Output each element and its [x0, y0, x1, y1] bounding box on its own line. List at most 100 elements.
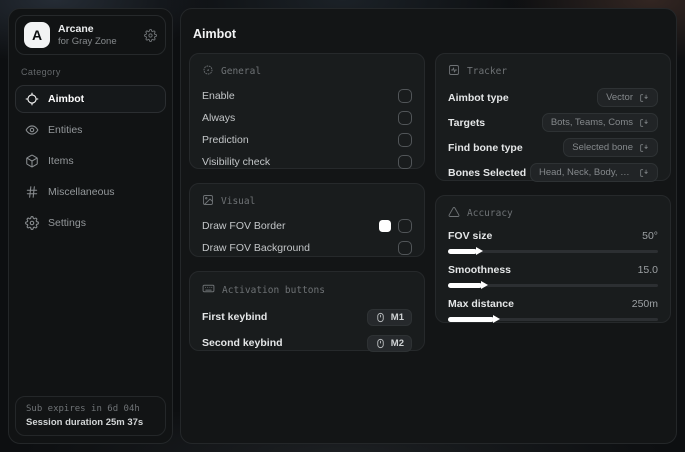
setting-row-bones-selected: Bones Selected Head, Neck, Body, Pe..	[448, 160, 658, 185]
aimbot-type-select[interactable]: Vector	[597, 88, 658, 107]
activation-card-header: Activation buttons	[202, 282, 412, 298]
app-logo: A	[24, 22, 50, 48]
setting-label: Enable	[202, 90, 235, 102]
main-panel: Aimbot General Enable Always Prediction …	[180, 8, 677, 444]
visual-card-header: Visual	[202, 194, 412, 209]
slider-smoothness: Smoothness 15.0	[448, 261, 658, 289]
tracker-card-header: Tracker	[448, 64, 658, 79]
setting-row-first-keybind: First keybind M1	[202, 304, 412, 330]
activation-card-title: Activation buttons	[222, 284, 325, 296]
sub-expires-text: Sub expires in 6d 04h	[26, 404, 140, 414]
sidebar-item-aimbot[interactable]: Aimbot	[15, 85, 166, 113]
activity-icon	[448, 64, 460, 79]
visibility-check-checkbox[interactable]	[398, 155, 412, 169]
subscription-info: Sub expires in 6d 04h Session duration 2…	[15, 396, 166, 436]
slider-value: 15.0	[637, 264, 658, 276]
box-icon	[25, 154, 39, 168]
setting-row-find-bone-type: Find bone type Selected bone	[448, 135, 658, 160]
slider-value: 250m	[631, 298, 658, 310]
expand-select-icon	[640, 118, 648, 127]
select-value: Bots, Teams, Coms	[550, 117, 633, 128]
slider-fill[interactable]	[448, 247, 484, 255]
setting-label: First keybind	[202, 311, 268, 323]
slider-max-distance: Max distance 250m	[448, 295, 658, 323]
hash-icon	[25, 185, 39, 199]
sidebar-nav: Aimbot Entities Items Miscellaneous Sett…	[9, 85, 172, 237]
crosshair-dotted-icon	[202, 64, 214, 79]
smoothness-slider[interactable]	[448, 281, 658, 289]
sidebar: A Arcane for Gray Zone Category Aimbot E…	[8, 8, 173, 444]
app-logo-letter: A	[31, 27, 43, 43]
setting-row-prediction: Prediction	[202, 129, 412, 151]
image-icon	[202, 194, 214, 209]
always-checkbox[interactable]	[398, 111, 412, 125]
sidebar-item-miscellaneous[interactable]: Miscellaneous	[15, 178, 166, 206]
expand-select-icon	[640, 93, 648, 102]
second-keybind-button[interactable]: M2	[366, 334, 412, 352]
sidebar-item-settings[interactable]: Settings	[15, 209, 166, 237]
eye-icon	[25, 123, 39, 137]
general-card-title: General	[221, 66, 262, 77]
crosshair-icon	[25, 92, 39, 106]
general-card: General Enable Always Prediction Visibil…	[189, 53, 425, 169]
setting-row-draw-fov-background: Draw FOV Background	[202, 237, 412, 259]
select-value: Selected bone	[572, 142, 633, 153]
sidebar-item-entities[interactable]: Entities	[15, 116, 166, 144]
fov-border-color-swatch[interactable]	[379, 220, 391, 232]
setting-row-targets: Targets Bots, Teams, Coms	[448, 110, 658, 135]
slider-label-row: Max distance 250m	[448, 295, 658, 313]
activation-card: Activation buttons First keybind M1 Seco…	[189, 271, 425, 352]
slider-label-row: Smoothness 15.0	[448, 261, 658, 279]
max-distance-slider[interactable]	[448, 315, 658, 323]
setting-row-always: Always	[202, 107, 412, 129]
keyboard-icon	[202, 282, 215, 298]
app-name: Arcane	[58, 22, 94, 35]
setting-row-draw-fov-border: Draw FOV Border	[202, 215, 412, 237]
sidebar-item-label: Entities	[48, 124, 83, 136]
slider-fov-size: FOV size 50°	[448, 227, 658, 255]
fov-border-controls	[379, 219, 412, 233]
fov-size-slider[interactable]	[448, 247, 658, 255]
sidebar-item-items[interactable]: Items	[15, 147, 166, 175]
draw-fov-border-checkbox[interactable]	[398, 219, 412, 233]
select-value: Head, Neck, Body, Pe..	[539, 167, 633, 178]
sidebar-item-label: Settings	[48, 217, 86, 229]
slider-fill[interactable]	[448, 315, 501, 323]
targets-select[interactable]: Bots, Teams, Coms	[541, 113, 658, 132]
setting-row-aimbot-type: Aimbot type Vector	[448, 85, 658, 110]
setting-label: Prediction	[202, 134, 249, 146]
setting-row-second-keybind: Second keybind M2	[202, 330, 412, 356]
accuracy-card-title: Accuracy	[467, 208, 513, 219]
setting-label: Bones Selected	[448, 166, 527, 179]
slider-label: FOV size	[448, 230, 493, 242]
sidebar-item-label: Items	[48, 155, 74, 167]
setting-label: Aimbot type	[448, 91, 509, 104]
find-bone-type-select[interactable]: Selected bone	[563, 138, 658, 157]
bones-selected-select[interactable]: Head, Neck, Body, Pe..	[530, 163, 658, 182]
sidebar-item-label: Aimbot	[48, 93, 85, 105]
tracker-card: Tracker Aimbot type Vector Targets Bots,…	[435, 53, 671, 182]
app-header: A Arcane for Gray Zone	[15, 15, 166, 55]
setting-label: Find bone type	[448, 141, 523, 154]
draw-fov-background-checkbox[interactable]	[398, 241, 412, 255]
setting-label: Draw FOV Border	[202, 220, 286, 232]
slider-label-row: FOV size 50°	[448, 227, 658, 245]
slider-fill[interactable]	[448, 281, 488, 289]
session-duration-text: Session duration 25m 37s	[26, 417, 144, 428]
prediction-checkbox[interactable]	[398, 133, 412, 147]
first-keybind-button[interactable]: M1	[366, 308, 412, 326]
enable-checkbox[interactable]	[398, 89, 412, 103]
setting-label: Visibility check	[202, 156, 271, 168]
expand-select-icon	[640, 168, 648, 177]
category-label: Category	[21, 67, 61, 77]
setting-row-enable: Enable	[202, 85, 412, 107]
setting-label: Second keybind	[202, 337, 283, 349]
settings-gear-icon[interactable]	[144, 28, 157, 42]
keybind-value: M2	[390, 337, 404, 349]
sidebar-item-label: Miscellaneous	[48, 186, 115, 198]
setting-label: Draw FOV Background	[202, 242, 310, 254]
select-value: Vector	[606, 92, 633, 103]
accuracy-card: Accuracy FOV size 50° Smoothness 15.0 Ma…	[435, 195, 671, 323]
setting-label: Targets	[448, 116, 486, 129]
triangle-icon	[448, 206, 460, 221]
